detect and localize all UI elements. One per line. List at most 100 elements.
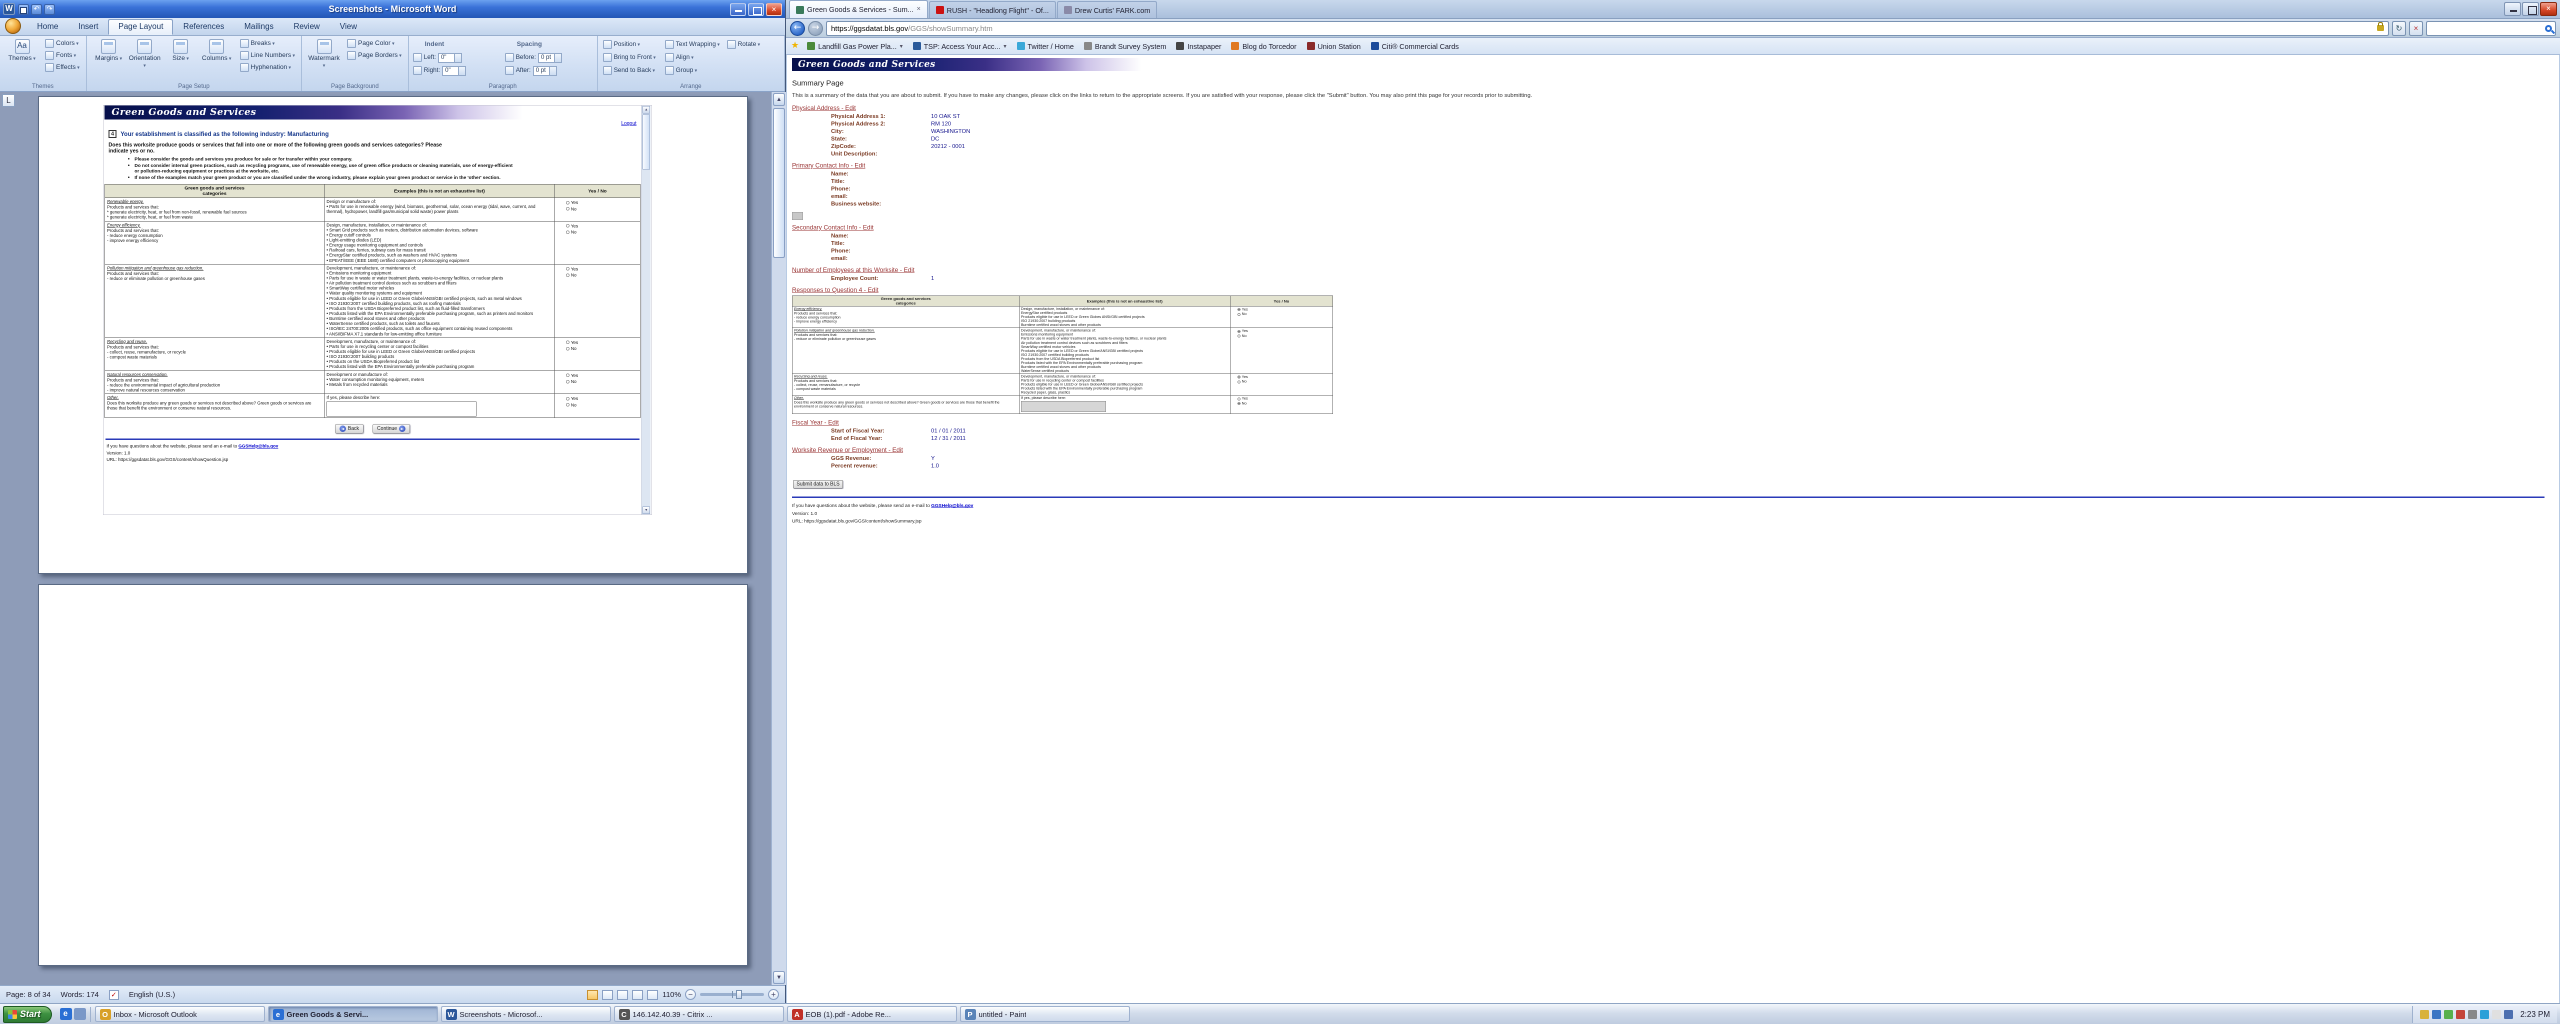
no-radio[interactable] <box>1237 380 1240 383</box>
submit-button[interactable]: Submit data to BLS <box>793 480 843 489</box>
ribbon-small-button[interactable]: Colors <box>43 38 82 49</box>
spinner-value[interactable]: 0 pt <box>533 66 557 76</box>
yes-option[interactable]: Yes <box>566 340 638 345</box>
yes-radio[interactable] <box>566 201 570 205</box>
refresh-icon[interactable] <box>2392 21 2406 36</box>
view-fullscreen-icon[interactable] <box>602 990 613 1000</box>
themes-button[interactable]: Themes <box>4 38 40 63</box>
form-scrollbar[interactable] <box>642 106 651 515</box>
browser-tab[interactable]: RUSH - "Headlong Flight" - Of... <box>929 1 1056 18</box>
paragraph-spinner[interactable]: Left: 0" <box>413 53 501 63</box>
browser-tab[interactable]: Drew Curtis' FARK.com <box>1057 1 1157 18</box>
yes-radio[interactable] <box>1237 308 1240 311</box>
yes-option[interactable]: Yes <box>566 223 638 228</box>
arrange-button[interactable]: Text Wrapping <box>664 38 724 51</box>
no-option[interactable]: No <box>566 379 638 384</box>
favorites-item[interactable]: TSP: Access Your Acc... <box>909 41 1011 52</box>
ribbon-tab[interactable]: View <box>330 19 367 35</box>
scroll-thumb[interactable] <box>643 115 651 170</box>
no-option[interactable]: No <box>566 346 638 351</box>
no-option[interactable]: No <box>1237 401 1331 405</box>
no-radio[interactable] <box>1237 313 1240 316</box>
ribbon-tab[interactable]: Home <box>27 19 68 35</box>
yes-radio[interactable] <box>1237 397 1240 400</box>
no-radio[interactable] <box>566 403 570 407</box>
taskbar-button[interactable]: P untitled - Paint <box>960 1006 1130 1022</box>
close-button[interactable] <box>766 3 782 16</box>
ribbon-small-button[interactable]: Page Color <box>345 38 404 49</box>
scroll-up-icon[interactable] <box>643 106 651 114</box>
word-vertical-scrollbar[interactable] <box>771 92 786 985</box>
no-option[interactable]: No <box>1237 380 1331 384</box>
paragraph-spinner[interactable]: After: 0 pt <box>505 66 593 76</box>
secondary-contact-edit-link[interactable]: Secondary Contact Info - Edit <box>792 224 874 231</box>
question4-edit-link[interactable]: Responses to Question 4 - Edit <box>792 287 879 294</box>
no-radio[interactable] <box>1237 402 1240 405</box>
taskbar-button[interactable]: A EOB (1).pdf - Adobe Re... <box>787 1006 957 1022</box>
yes-radio[interactable] <box>1237 330 1240 333</box>
arrange-button[interactable]: Group <box>664 64 724 77</box>
yes-radio[interactable] <box>566 341 570 345</box>
yes-radio[interactable] <box>566 224 570 228</box>
ribbon-big-button[interactable]: Size <box>163 38 199 70</box>
ribbon-tab[interactable]: References <box>173 19 234 35</box>
tray-icon[interactable] <box>2468 1010 2477 1019</box>
yes-radio[interactable] <box>566 267 570 271</box>
ribbon-small-button[interactable]: Fonts <box>43 50 82 61</box>
describe-textarea[interactable] <box>1021 401 1106 412</box>
minimize-button[interactable] <box>730 3 746 16</box>
scroll-up-icon[interactable] <box>773 93 785 106</box>
stop-icon[interactable] <box>2409 21 2423 36</box>
taskbar-button[interactable]: W Screenshots - Microsof... <box>441 1006 611 1022</box>
revenue-edit-link[interactable]: Worksite Revenue or Employment - Edit <box>792 447 903 454</box>
document-area[interactable]: Green Goods and Services Logout 4 Your e… <box>0 92 786 985</box>
no-option[interactable]: No <box>1237 334 1331 338</box>
start-button[interactable]: Start <box>3 1006 52 1023</box>
logout-link[interactable]: Logout <box>621 121 636 127</box>
continue-button[interactable]: Continue <box>373 424 411 434</box>
favorites-item[interactable]: Twitter / Home <box>1013 41 1078 52</box>
back-button[interactable]: Back <box>335 424 364 434</box>
quick-launch-icon[interactable] <box>74 1008 86 1020</box>
primary-contact-edit-link[interactable]: Primary Contact Info - Edit <box>792 162 865 169</box>
favorites-item[interactable]: Landfill Gas Power Pla... <box>803 41 907 52</box>
no-radio[interactable] <box>566 347 570 351</box>
save-icon[interactable] <box>18 4 29 15</box>
address-bar[interactable]: https://ggsdatat.bls.gov/GGS/showSummary… <box>826 21 2389 36</box>
yes-radio[interactable] <box>566 374 570 378</box>
tray-icon[interactable] <box>2456 1010 2465 1019</box>
close-button[interactable] <box>2540 2 2557 16</box>
spellcheck-icon[interactable] <box>109 990 119 1000</box>
yes-option[interactable]: Yes <box>566 266 638 271</box>
view-outline-icon[interactable] <box>632 990 643 1000</box>
fiscal-year-edit-link[interactable]: Fiscal Year - Edit <box>792 419 839 426</box>
office-button[interactable] <box>5 18 21 34</box>
search-icon[interactable] <box>2545 25 2552 32</box>
physical-address-edit-link[interactable]: Physical Address - Edit <box>792 105 856 112</box>
favorites-item[interactable]: Instapaper <box>1172 41 1225 52</box>
scroll-thumb[interactable] <box>773 108 785 258</box>
yes-option[interactable]: Yes <box>1237 308 1331 312</box>
no-radio[interactable] <box>566 274 570 278</box>
paragraph-spinner[interactable]: Before: 0 pt <box>505 53 593 63</box>
minimize-button[interactable] <box>2504 2 2521 16</box>
zoom-level[interactable]: 110% <box>662 990 681 999</box>
scroll-down-icon[interactable] <box>773 971 785 984</box>
yes-option[interactable]: Yes <box>1237 375 1331 379</box>
maximize-button[interactable] <box>748 3 764 16</box>
ribbon-big-button[interactable]: Orientation <box>127 38 163 70</box>
taskbar-button[interactable]: C 146.142.40.39 - Citrix ... <box>614 1006 784 1022</box>
no-option[interactable]: No <box>566 273 638 278</box>
no-option[interactable]: No <box>1237 312 1331 316</box>
spinner-value[interactable]: 0" <box>438 53 462 63</box>
taskbar-button[interactable]: O Inbox - Microsoft Outlook <box>95 1006 265 1022</box>
no-radio[interactable] <box>566 230 570 234</box>
ribbon-small-button[interactable]: Effects <box>43 62 82 73</box>
yes-radio[interactable] <box>1237 376 1240 379</box>
arrange-button[interactable]: Position <box>602 38 662 51</box>
no-radio[interactable] <box>1237 334 1240 337</box>
ribbon-big-button[interactable]: Columns <box>199 38 235 70</box>
yes-option[interactable]: Yes <box>566 373 638 378</box>
tray-icon[interactable] <box>2480 1010 2489 1019</box>
ribbon-tab[interactable]: Page Layout <box>108 19 173 35</box>
